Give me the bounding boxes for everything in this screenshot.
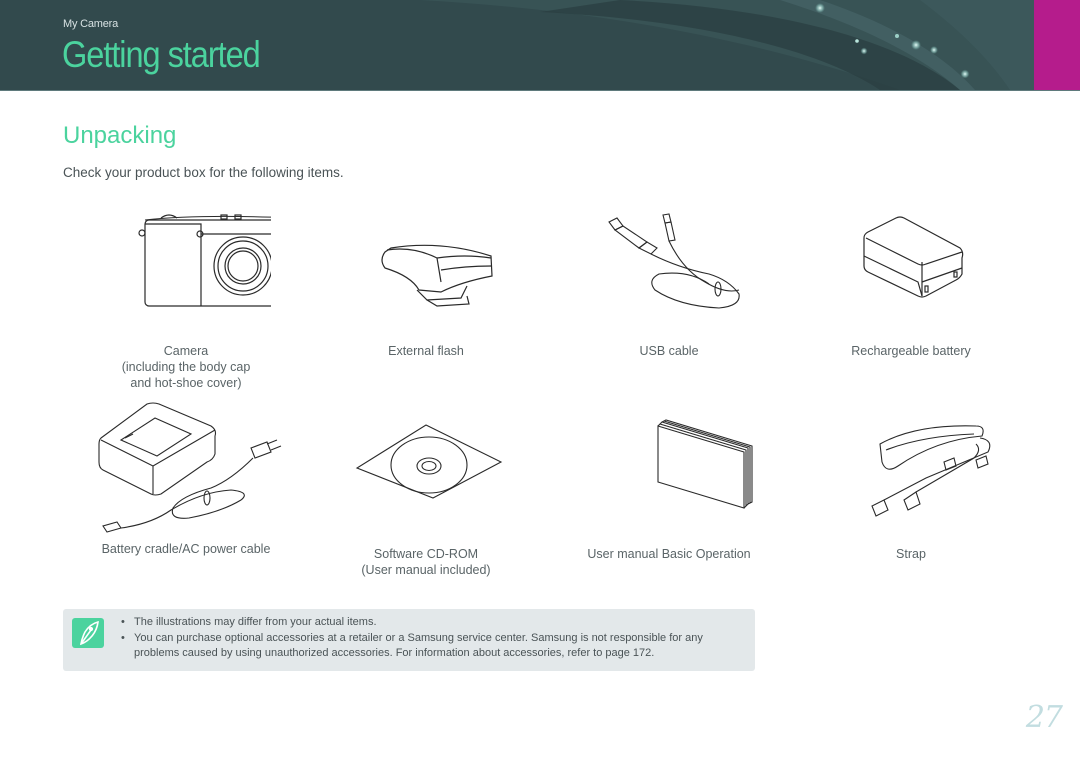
item-usb-cable: USB cable bbox=[549, 210, 789, 359]
chapter-color-tab bbox=[1034, 0, 1080, 90]
battery-charger-icon bbox=[98, 402, 282, 533]
item-label: User manual Basic Operation bbox=[587, 547, 751, 561]
item-label: Camera (including the body cap and hot-s… bbox=[121, 344, 251, 390]
item-label: Battery cradle/AC power cable bbox=[101, 542, 271, 556]
page-number: 27 bbox=[1025, 700, 1063, 735]
item-label: Software CD-ROM (User manual included) bbox=[361, 547, 491, 577]
item-camera: Camera (including the body cap and hot-s… bbox=[66, 210, 306, 391]
strap-icon bbox=[871, 425, 991, 517]
item-external-flash: External flash bbox=[306, 210, 546, 359]
chapter-header: My Camera Getting started bbox=[0, 0, 1080, 91]
section-label: My Camera bbox=[63, 18, 119, 30]
pen-note-icon bbox=[72, 618, 104, 648]
cd-rom-icon bbox=[355, 424, 503, 499]
page-title: Getting started bbox=[62, 34, 261, 75]
item-strap: Strap bbox=[791, 410, 1031, 562]
item-user-manual: User manual Basic Operation bbox=[549, 410, 789, 562]
item-label: Rechargeable battery bbox=[851, 344, 971, 358]
intro-text: Check your product box for the following… bbox=[63, 165, 344, 180]
item-label: Strap bbox=[896, 547, 926, 561]
camera-icon bbox=[138, 214, 271, 307]
item-battery: Rechargeable battery bbox=[791, 210, 1031, 359]
note-bullet: The illustrations may differ from your a… bbox=[121, 615, 741, 631]
note-list: The illustrations may differ from your a… bbox=[121, 615, 741, 662]
external-flash-icon bbox=[381, 244, 493, 307]
user-manual-icon bbox=[657, 419, 753, 509]
section-heading: Unpacking bbox=[63, 122, 177, 149]
item-battery-charger: Battery cradle/AC power cable bbox=[66, 400, 306, 557]
item-cd-rom: Software CD-ROM (User manual included) bbox=[306, 410, 546, 578]
note-bullet: You can purchase optional accessories at… bbox=[121, 631, 741, 662]
item-label: USB cable bbox=[639, 344, 699, 358]
usb-cable-icon bbox=[608, 213, 740, 309]
battery-icon bbox=[863, 216, 964, 298]
note-box: The illustrations may differ from your a… bbox=[63, 609, 755, 671]
item-label: External flash bbox=[388, 344, 464, 358]
